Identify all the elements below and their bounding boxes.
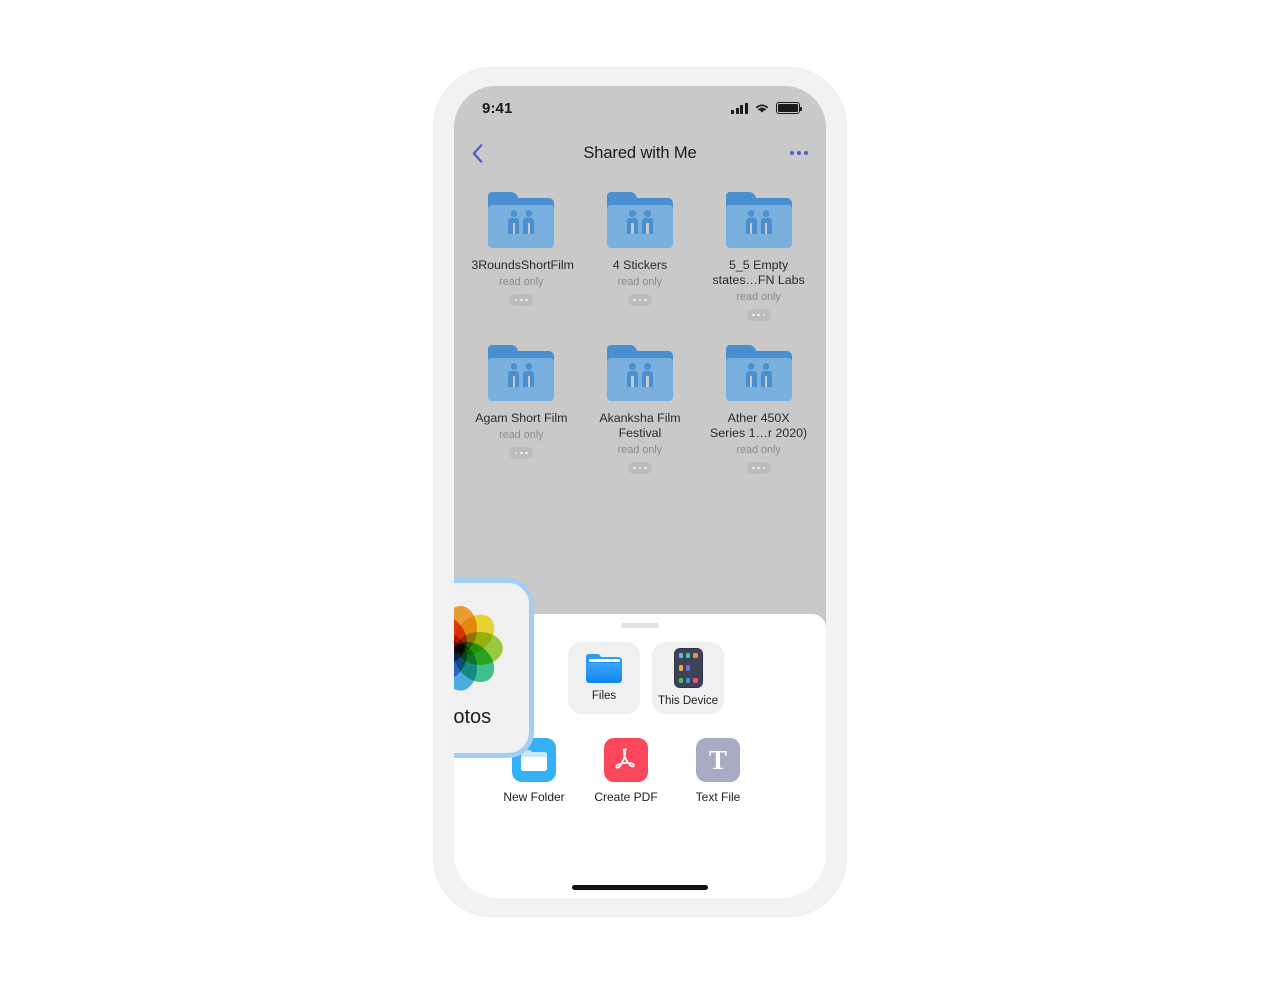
folder-menu-button[interactable] — [627, 294, 652, 306]
folder-permission: read only — [499, 276, 544, 288]
folder-item[interactable]: Agam Short Film read only — [462, 335, 581, 488]
more-options-icon — [790, 151, 794, 155]
shared-folder-icon — [488, 192, 555, 248]
phone-screen: 9:41 Shared with Me 3RoundsShortFilm rea… — [454, 86, 826, 898]
folder-name: 5_5 Empty states…FN Labs — [712, 258, 805, 287]
folder-permission: read only — [617, 444, 663, 456]
folder-menu-button[interactable] — [509, 294, 534, 306]
photos-app-icon — [454, 605, 503, 692]
folder-menu-button[interactable] — [627, 462, 652, 474]
source-label: Files — [591, 689, 617, 702]
bottom-sheet: Files This Device New Folder Create PDF … — [454, 578, 826, 898]
source-photos-button[interactable]: Photos — [454, 578, 534, 758]
status-bar-time: 9:41 — [482, 99, 513, 117]
folder-name: Akanksha Film Festival — [599, 411, 681, 440]
screenshot-canvas: 9:41 Shared with Me 3RoundsShortFilm rea… — [0, 0, 1280, 984]
shared-folder-grid: 3RoundsShortFilm read only 4 Stickers re… — [454, 182, 826, 488]
folder-name: Agam Short Film — [475, 411, 568, 425]
folder-permission: read only — [736, 444, 781, 456]
create-pdf-icon — [604, 738, 648, 782]
shared-folder-icon — [606, 192, 673, 248]
status-bar-icons — [731, 102, 803, 114]
source-files-button[interactable]: Files — [568, 642, 640, 714]
folder-item[interactable]: 5_5 Empty states…FN Labs read only — [699, 182, 818, 335]
folder-menu-button[interactable] — [509, 447, 534, 459]
files-app-icon — [586, 653, 622, 683]
action-label: New Folder — [503, 790, 565, 804]
back-button[interactable] — [472, 143, 500, 163]
folder-menu-button[interactable] — [746, 309, 771, 321]
folder-permission: read only — [499, 429, 544, 441]
page-title: Shared with Me — [583, 143, 697, 162]
source-label: Photos — [454, 705, 492, 728]
text-file-icon: T — [696, 738, 740, 782]
this-device-icon — [673, 648, 703, 688]
folder-item[interactable]: Ather 450X Series 1…r 2020) read only — [699, 335, 818, 488]
folder-name: 4 Stickers — [612, 258, 668, 272]
source-label: This Device — [657, 695, 719, 707]
status-bar: 9:41 — [454, 86, 826, 130]
acrobat-glyph-icon — [615, 748, 635, 769]
folder-item[interactable]: 4 Stickers read only — [581, 182, 700, 335]
folder-menu-button[interactable] — [746, 462, 771, 474]
folder-name: 3RoundsShortFilm — [471, 258, 574, 272]
shared-folder-icon — [725, 345, 792, 401]
folder-permission: read only — [617, 276, 663, 288]
folder-permission: read only — [736, 291, 781, 303]
shared-folder-icon — [488, 345, 555, 401]
navigation-bar: Shared with Me — [454, 130, 826, 176]
shared-folder-icon — [606, 345, 673, 401]
action-label: Text File — [695, 790, 741, 804]
letter-t-glyph: T — [708, 744, 727, 775]
source-this-device-button[interactable]: This Device — [652, 642, 724, 714]
wifi-icon — [756, 104, 768, 113]
more-options-button[interactable] — [780, 151, 808, 155]
home-indicator[interactable] — [572, 885, 708, 890]
cellular-signal-icon — [731, 102, 748, 114]
shared-folder-icon — [725, 192, 792, 248]
folder-name: Ather 450X Series 1…r 2020) — [710, 411, 808, 440]
text-file-button[interactable]: T Text File — [672, 738, 764, 805]
create-pdf-button[interactable]: Create PDF — [580, 738, 672, 805]
folder-item[interactable]: Akanksha Film Festival read only — [581, 335, 700, 488]
battery-full-icon — [776, 102, 803, 114]
folder-item[interactable]: 3RoundsShortFilm read only — [462, 182, 581, 335]
action-label: Create PDF — [594, 790, 658, 804]
chevron-left-icon — [472, 143, 483, 163]
